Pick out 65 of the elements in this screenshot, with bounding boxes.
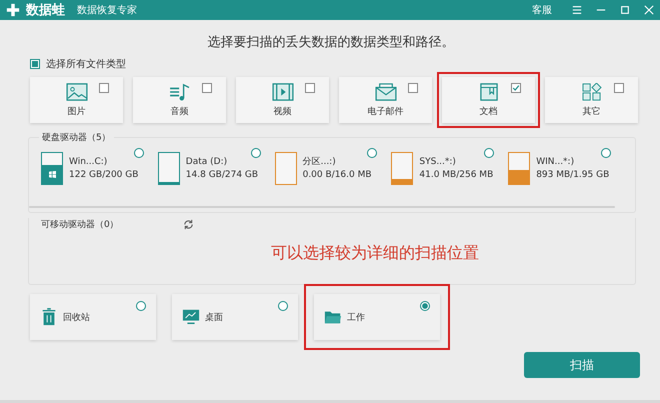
file-type-label: 其它 <box>582 106 600 118</box>
drive-usage: 122 GB/200 GB <box>69 168 138 182</box>
drive-usage: 14.8 GB/274 GB <box>186 168 258 182</box>
drive-name: 分区...:) <box>302 156 337 168</box>
file-type-label: 电子邮件 <box>368 106 404 118</box>
music-note-icon <box>168 82 190 100</box>
drive-name: Data (D:) <box>186 156 228 168</box>
checkbox[interactable] <box>614 83 624 93</box>
scan-button[interactable]: 扫描 <box>524 352 640 378</box>
radio-button[interactable] <box>278 301 288 311</box>
file-type-card[interactable]: 文档 <box>442 77 535 123</box>
radio-button[interactable] <box>484 148 494 158</box>
drive-usage: 41.0 MB/256 MB <box>419 168 494 182</box>
radio-button[interactable] <box>134 148 144 158</box>
trash-icon <box>40 308 58 326</box>
shapes-icon <box>580 82 602 100</box>
envelope-icon <box>374 82 396 100</box>
location-card[interactable]: 桌面 <box>172 294 298 340</box>
radio-button[interactable] <box>250 148 261 158</box>
file-type-label: 视频 <box>274 106 292 118</box>
group-title: 硬盘驱动器（5） <box>39 131 114 144</box>
radio-button[interactable] <box>600 148 611 158</box>
file-type-card[interactable]: 视频 <box>236 77 329 123</box>
checkbox[interactable] <box>202 83 212 93</box>
checkbox[interactable] <box>408 83 418 93</box>
location-card[interactable]: 工作 <box>314 294 440 340</box>
heading: 选择要扫描的丢失数据的数据类型和路径。 <box>206 34 456 51</box>
film-icon <box>272 82 294 100</box>
file-type-label: 文档 <box>480 106 498 118</box>
close-icon[interactable] <box>644 5 654 15</box>
drive-usage: 893 MB/1.95 GB <box>536 168 610 182</box>
maximize-icon[interactable] <box>620 5 630 15</box>
location-label: 工作 <box>347 312 365 324</box>
annotation-text: 可以选择较为详细的扫描位置 <box>271 243 480 264</box>
app-subtitle: 数据恢复专家 <box>77 4 137 17</box>
checkbox[interactable] <box>511 83 521 93</box>
group-title: 可移动驱动器（0） <box>41 218 119 231</box>
file-type-card[interactable]: 其它 <box>545 77 638 123</box>
logo-icon <box>6 3 20 17</box>
service-link[interactable]: 客服 <box>532 3 552 17</box>
file-type-card[interactable]: 图片 <box>30 77 123 123</box>
image-icon <box>66 82 88 100</box>
file-type-card[interactable]: 电子邮件 <box>339 77 432 123</box>
select-all-label: 选择所有文件类型 <box>46 58 126 71</box>
drive-name: Win...C:) <box>69 156 108 168</box>
file-type-label: 音频 <box>170 106 188 118</box>
checkbox[interactable] <box>305 83 315 93</box>
radio-button[interactable] <box>367 148 378 158</box>
monitor-icon <box>182 308 200 326</box>
location-card[interactable]: 回收站 <box>30 294 156 340</box>
drive-usage: 0.00 B/16.0 MB <box>302 168 372 182</box>
menu-icon[interactable] <box>572 5 582 15</box>
radio-button[interactable] <box>136 301 146 311</box>
file-type-label: 图片 <box>68 106 86 118</box>
location-label: 桌面 <box>205 312 223 324</box>
select-all-checkbox[interactable] <box>30 59 40 69</box>
checkbox[interactable] <box>99 83 109 93</box>
file-type-card[interactable]: 音频 <box>133 77 226 123</box>
drive-name: WIN...*:) <box>536 156 576 168</box>
radio-button[interactable] <box>420 301 430 311</box>
drive-name: SYS...*:) <box>419 156 457 168</box>
refresh-icon[interactable] <box>182 219 194 230</box>
document-icon <box>478 82 500 100</box>
location-label: 回收站 <box>63 312 90 324</box>
app-name: 数据蛙 <box>26 2 65 19</box>
